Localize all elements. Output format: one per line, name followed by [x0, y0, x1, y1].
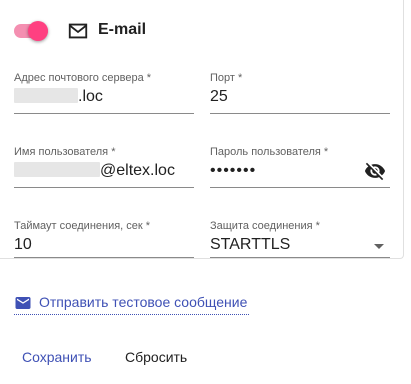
redacted-block	[14, 88, 78, 103]
mail-outline-icon	[68, 23, 88, 39]
port-field[interactable]: Порт * 25	[210, 72, 390, 114]
password-value[interactable]: •••••••	[210, 162, 256, 180]
password-underline	[210, 187, 390, 188]
dropdown-arrow-icon[interactable]	[374, 244, 384, 249]
timeout-value[interactable]: 10	[14, 236, 32, 254]
email-settings-card: E-mail Адрес почтового сервера * .loc По…	[0, 0, 404, 259]
server-address-underline	[14, 113, 194, 114]
port-underline	[210, 113, 390, 114]
username-field[interactable]: Имя пользователя * @eltex.loc	[14, 146, 194, 188]
server-address-suffix: .loc	[78, 88, 103, 105]
email-title: E-mail	[98, 21, 147, 38]
timeout-field[interactable]: Таймаут соединения, сек * 10	[14, 220, 194, 258]
toggle-thumb	[28, 21, 48, 41]
security-select[interactable]: Защита соединения * STARTTLS	[210, 220, 390, 258]
server-address-label: Адрес почтового сервера *	[14, 72, 152, 84]
password-label: Пароль пользователя *	[210, 146, 329, 158]
username-label: Имя пользователя *	[14, 146, 116, 158]
port-value[interactable]: 25	[210, 88, 228, 106]
server-address-field[interactable]: Адрес почтового сервера * .loc	[14, 72, 194, 114]
username-suffix: @eltex.loc	[100, 162, 175, 179]
port-label: Порт *	[210, 72, 243, 84]
username-underline	[14, 187, 194, 188]
password-field[interactable]: Пароль пользователя * •••••••	[210, 146, 390, 188]
timeout-label: Таймаут соединения, сек *	[14, 220, 151, 232]
send-test-message-label[interactable]: Отправить тестовое сообщение	[39, 294, 247, 310]
security-label: Защита соединения *	[210, 220, 320, 232]
server-address-value[interactable]: .loc	[14, 88, 103, 106]
username-value[interactable]: @eltex.loc	[14, 162, 175, 180]
security-value[interactable]: STARTTLS	[210, 236, 290, 254]
visibility-off-icon[interactable]	[364, 160, 386, 182]
email-enable-toggle[interactable]	[14, 21, 48, 41]
link-underline	[14, 314, 249, 315]
security-underline	[210, 257, 390, 258]
reset-button[interactable]: Сбросить	[125, 349, 187, 365]
redacted-block	[14, 162, 100, 177]
email-header: E-mail	[14, 19, 314, 43]
mail-icon	[15, 297, 31, 309]
timeout-underline	[14, 257, 194, 258]
save-button[interactable]: Сохранить	[22, 349, 92, 365]
